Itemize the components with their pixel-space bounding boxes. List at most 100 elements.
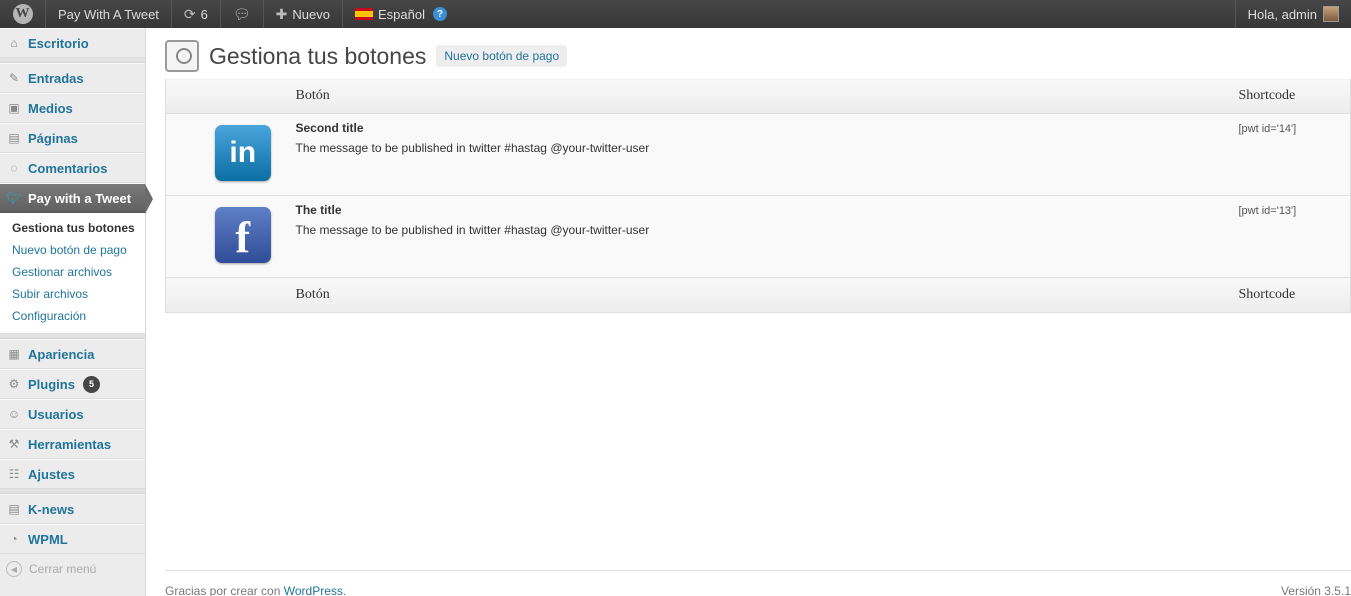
menu-label: Ajustes <box>28 466 75 482</box>
menu-item-k-news[interactable]: ▤ K-news <box>0 494 145 524</box>
row-message: The message to be published in twitter #… <box>295 141 650 155</box>
menu-item-wpml[interactable]: ◔ WPML <box>0 524 145 554</box>
linkedin-icon: in <box>214 125 271 181</box>
submenu-subir-archivos[interactable]: Subir archivos <box>0 283 145 305</box>
menu-item-herramientas[interactable]: ⚒ Herramientas <box>0 429 145 459</box>
table-row: f The title The message to be published … <box>165 195 1351 278</box>
menu-label: Plugins <box>28 376 75 392</box>
account-menu[interactable]: Hola, admin <box>1234 0 1351 28</box>
footer-thanks-prefix: Gracias por crear con <box>165 584 281 596</box>
menu-label: K-news <box>28 501 75 517</box>
shortcode-text: [pwt id='13'] <box>1238 205 1297 217</box>
menu-label: WPML <box>28 531 68 547</box>
users-icon: ☺ <box>7 407 21 421</box>
column-header-shortcode[interactable]: Shortcode <box>1238 78 1351 114</box>
column-footer-button[interactable]: Botón <box>295 277 1239 313</box>
admin-footer: Gracias por crear con WordPress. Versión… <box>165 570 1351 596</box>
menu-item-plugins[interactable]: ⚙ Plugins 5 <box>0 369 145 399</box>
table-cell-button: Second title The message to be published… <box>295 113 1239 196</box>
table-footer-row: Botón Shortcode <box>165 277 1351 313</box>
menu-item-medios[interactable]: ▣ Medios <box>0 93 145 123</box>
plus-icon: ✚ <box>275 5 288 22</box>
buttons-table: Botón Shortcode in Second title The mess… <box>165 78 1351 313</box>
table-row: in Second title The message to be publis… <box>165 113 1351 196</box>
table-cell-button: The title The message to be published in… <box>295 195 1239 278</box>
site-name-link[interactable]: Pay With A Tweet <box>46 0 172 28</box>
twitter-bird-icon: 🐦︎ <box>6 191 22 205</box>
table-cell-icon: in <box>165 113 296 196</box>
comment-bubble-icon: 💬︎ <box>232 5 251 22</box>
table-cell-shortcode: [pwt id='14'] <box>1238 113 1351 196</box>
menu-item-paginas[interactable]: ▤ Páginas <box>0 123 145 153</box>
dashboard-icon: ⌂ <box>10 36 18 50</box>
main-content: Gestiona tus botones Nuevo botón de pago… <box>165 28 1351 313</box>
page-title: Gestiona tus botones <box>209 42 427 69</box>
collapse-menu-button[interactable]: ◀ Cerrar menú <box>0 554 145 584</box>
updates-button[interactable]: ⟳ 6 <box>172 0 221 28</box>
table-cell-shortcode: [pwt id='13'] <box>1238 195 1351 278</box>
facebook-icon: f <box>214 207 271 263</box>
menu-label: Comentarios <box>28 160 108 176</box>
column-footer-icon <box>165 277 296 313</box>
menu-label: Páginas <box>28 130 78 146</box>
menu-item-usuarios[interactable]: ☺ Usuarios <box>0 399 145 429</box>
menu-item-escritorio[interactable]: ⌂ Escritorio <box>0 28 145 58</box>
pages-icon: ▤ <box>8 131 20 145</box>
camera-page-icon <box>165 40 199 72</box>
menu-item-apariencia[interactable]: ▦ Apariencia <box>0 339 145 369</box>
menu-label: Herramientas <box>28 436 112 452</box>
menu-item-comentarios[interactable]: ◌ Comentarios <box>0 153 145 183</box>
submenu-nuevo-boton-de-pago[interactable]: Nuevo botón de pago <box>0 239 145 261</box>
menu-label: Pay with a Tweet <box>28 190 132 206</box>
menu-label: Entradas <box>28 70 84 86</box>
admin-sidebar: ⌂ Escritorio ✎ Entradas ▣ Medios ▤ Págin… <box>0 28 153 596</box>
add-new-button[interactable]: Nuevo botón de pago <box>436 45 568 67</box>
table-header-row: Botón Shortcode <box>165 78 1351 114</box>
comments-icon: ◌ <box>10 161 18 175</box>
new-content-button[interactable]: ✚ Nuevo <box>264 0 343 28</box>
language-label: Español <box>377 6 425 22</box>
pin-icon: ✎ <box>8 71 20 85</box>
settings-icon: ☷ <box>8 467 20 481</box>
language-switcher[interactable]: Español ? <box>343 0 459 28</box>
updates-count: 6 <box>200 6 208 22</box>
row-title[interactable]: The title <box>296 203 1239 217</box>
pay-with-a-tweet-submenu: Gestiona tus botones Nuevo botón de pago… <box>0 213 145 334</box>
new-content-label: Nuevo <box>292 6 330 22</box>
tools-icon: ⚒ <box>8 437 20 451</box>
collapse-arrow-icon: ◀ <box>6 561 22 577</box>
media-icon: ▣ <box>8 101 20 115</box>
column-footer-shortcode[interactable]: Shortcode <box>1238 277 1351 313</box>
spain-flag-icon <box>354 8 373 20</box>
news-icon: ▤ <box>8 502 20 516</box>
footer-period: . <box>342 584 347 596</box>
wpml-icon: ◔ <box>10 532 18 546</box>
menu-label: Usuarios <box>28 406 84 422</box>
wordpress-logo-button[interactable]: W <box>0 0 46 28</box>
row-title[interactable]: Second title <box>296 121 1239 135</box>
submenu-configuracion[interactable]: Configuración <box>0 305 145 327</box>
help-icon[interactable]: ? <box>432 7 447 21</box>
wordpress-link[interactable]: WordPress <box>284 584 343 596</box>
wordpress-logo-icon: W <box>12 4 33 24</box>
menu-label: Escritorio <box>28 35 89 51</box>
avatar <box>1323 6 1339 22</box>
collapse-menu-label: Cerrar menú <box>29 562 97 576</box>
plugins-update-badge: 5 <box>82 375 100 393</box>
menu-label: Apariencia <box>28 346 95 362</box>
column-header-button[interactable]: Botón <box>295 78 1239 114</box>
menu-label: Medios <box>28 100 73 116</box>
submenu-gestiona-tus-botones[interactable]: Gestiona tus botones <box>0 217 145 239</box>
greeting-label: Hola, admin <box>1247 6 1317 22</box>
plugins-icon: ⚙ <box>8 377 20 391</box>
footer-thanks: Gracias por crear con WordPress. <box>165 584 346 596</box>
table-cell-icon: f <box>165 195 296 278</box>
menu-item-entradas[interactable]: ✎ Entradas <box>0 63 145 93</box>
submenu-gestionar-archivos[interactable]: Gestionar archivos <box>0 261 145 283</box>
shortcode-text: [pwt id='14'] <box>1238 123 1297 135</box>
menu-item-pay-with-a-tweet[interactable]: 🐦︎ Pay with a Tweet <box>0 183 153 214</box>
comments-button[interactable]: 💬︎ <box>221 0 264 28</box>
row-message: The message to be published in twitter #… <box>295 223 650 237</box>
menu-item-ajustes[interactable]: ☷ Ajustes <box>0 459 145 489</box>
page-header: Gestiona tus botones Nuevo botón de pago <box>165 28 1351 84</box>
